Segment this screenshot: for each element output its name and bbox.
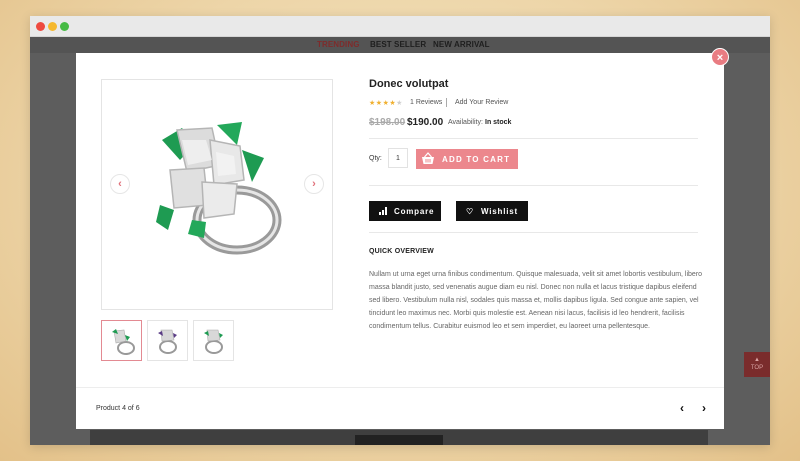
product-count: Product 4 of 6 xyxy=(96,405,140,412)
thumbnail-3[interactable] xyxy=(193,320,234,361)
tab-best-seller[interactable]: BEST SELLER xyxy=(370,40,426,49)
add-to-cart-label: ADD TO CART xyxy=(442,155,511,164)
reviews-link[interactable]: 1 Reviews xyxy=(410,99,442,106)
divider xyxy=(369,232,698,233)
old-price: $198.00 xyxy=(369,117,406,128)
ring-thumbnail-image xyxy=(204,329,223,354)
next-product-button[interactable]: › xyxy=(702,401,706,415)
chevron-right-icon: › xyxy=(312,178,316,190)
compare-label: Compare xyxy=(394,207,435,216)
chevron-left-icon: ‹ xyxy=(680,401,684,415)
previous-product-button[interactable]: ‹ xyxy=(680,401,684,415)
heart-icon: ♡ xyxy=(466,207,474,216)
chevron-right-icon: › xyxy=(702,401,706,415)
star-icon: ★ xyxy=(369,100,376,107)
compare-button[interactable]: Compare xyxy=(369,201,441,221)
ring-thumbnail-image xyxy=(158,329,177,354)
divider xyxy=(369,138,698,139)
wishlist-label: Wishlist xyxy=(481,207,518,216)
window-titlebar xyxy=(30,16,770,37)
ring-thumbnail-image xyxy=(112,329,135,355)
product-main-image: ‹ › xyxy=(101,79,333,310)
star-empty-icon: ★ xyxy=(396,100,403,107)
availability-value: In stock xyxy=(485,119,512,126)
quick-overview-title: QUICK OVERVIEW xyxy=(369,248,434,255)
thumbnail-1[interactable] xyxy=(101,320,142,361)
bar-chart-icon xyxy=(379,207,387,215)
divider xyxy=(446,98,447,107)
minimize-window-button[interactable] xyxy=(48,22,57,31)
modal-close-button[interactable]: × xyxy=(711,48,729,66)
basket-icon xyxy=(422,152,434,164)
background-banner xyxy=(90,430,708,445)
add-review-link[interactable]: Add Your Review xyxy=(455,99,508,106)
availability-label: Availability: xyxy=(448,119,483,126)
to-top-label: TOP xyxy=(750,365,764,371)
ring-image xyxy=(156,122,282,255)
product-title: Donec volutpat xyxy=(369,78,449,90)
maximize-window-button[interactable] xyxy=(60,22,69,31)
qty-label: Qty: xyxy=(369,155,382,162)
gallery-prev-button[interactable]: ‹ xyxy=(110,174,130,194)
chevron-left-icon: ‹ xyxy=(118,178,122,190)
price: $190.00 xyxy=(407,117,444,128)
gallery-next-button[interactable]: › xyxy=(304,174,324,194)
rating-stars: ★★★★★ xyxy=(369,99,403,107)
tab-trending[interactable]: TRENDING xyxy=(317,40,360,49)
divider xyxy=(369,185,698,186)
wishlist-button[interactable]: ♡ Wishlist xyxy=(456,201,528,221)
thumbnail-2[interactable] xyxy=(147,320,188,361)
tab-new-arrival[interactable]: NEW ARRIVAL xyxy=(433,40,490,49)
close-icon: × xyxy=(716,52,724,64)
qty-input[interactable] xyxy=(388,148,408,168)
quick-view-modal: ‹ › Donec volutpat ★★★★★ 1 Reviews Add Y… xyxy=(76,53,724,429)
divider xyxy=(76,387,724,388)
browser-window: TRENDING BEST SELLER NEW ARRIVAL ▲ TOP × xyxy=(30,16,770,445)
quick-overview-text: Nullam ut urna eget urna finibus condime… xyxy=(369,271,703,330)
arrow-up-icon: ▲ xyxy=(754,357,760,363)
background-product-tabs: TRENDING BEST SELLER NEW ARRIVAL xyxy=(30,37,770,53)
add-to-cart-button[interactable]: ADD TO CART xyxy=(416,149,518,169)
scroll-to-top-button[interactable]: ▲ TOP xyxy=(744,352,770,377)
background-shop-button xyxy=(355,435,443,445)
close-window-button[interactable] xyxy=(36,22,45,31)
star-icon: ★ xyxy=(375,100,383,107)
